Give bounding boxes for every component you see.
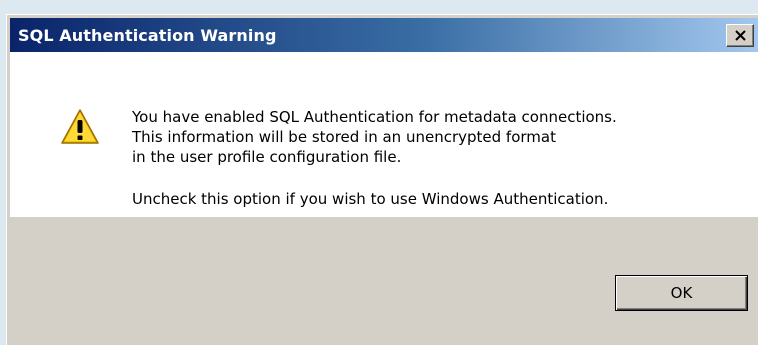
close-icon (735, 30, 746, 41)
message-line-4: Uncheck this option if you wish to use W… (132, 190, 609, 208)
ok-button[interactable]: OK (615, 275, 748, 311)
title-bar: SQL Authentication Warning (10, 18, 758, 52)
warning-dialog: SQL Authentication Warning You have enab… (6, 14, 758, 345)
message-area: You have enabled SQL Authentication for … (10, 52, 758, 217)
button-bar: OK (10, 217, 758, 345)
warning-icon (61, 109, 99, 144)
close-button[interactable] (726, 24, 754, 47)
dialog-title: SQL Authentication Warning (18, 26, 277, 45)
message-line-1: You have enabled SQL Authentication for … (132, 108, 617, 126)
message-line-2: This information will be stored in an un… (132, 128, 556, 146)
message-line-3: in the user profile configuration file. (132, 148, 402, 166)
